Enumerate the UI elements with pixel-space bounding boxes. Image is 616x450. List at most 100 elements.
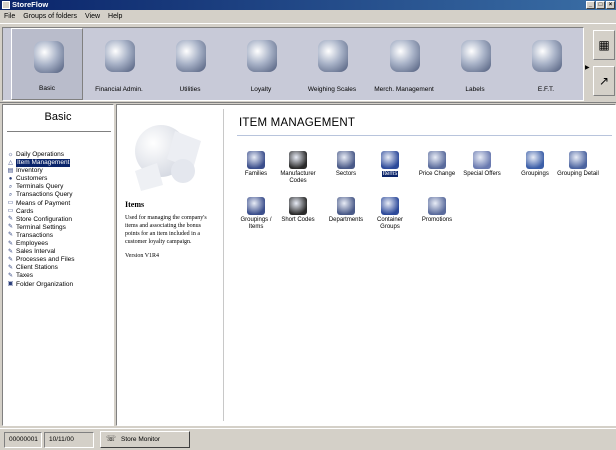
folder-item-store-configuration[interactable]: ✎ Store Configuration <box>7 216 113 224</box>
folder-item-icon: ⌕ <box>8 192 13 199</box>
function-label: Short Codes <box>281 217 315 223</box>
function-sectors[interactable]: Sectors <box>325 151 367 178</box>
folder-item-inventory[interactable]: ▤ Inventory <box>7 167 113 175</box>
folder-item-customers[interactable]: ● Customers <box>7 175 113 183</box>
toolbar-item-loyalty[interactable]: Loyalty <box>225 28 297 100</box>
labels-icon <box>461 40 491 72</box>
folder-item-label: Sales Interval <box>16 248 56 256</box>
function-grouping-detail[interactable]: Grouping Detail <box>557 151 599 178</box>
folder-item-icon: ✎ <box>7 264 14 271</box>
menu-bar: File Groups of folders View Help <box>0 10 616 23</box>
folder-item-icon: ✎ <box>7 232 14 239</box>
divider <box>223 109 225 421</box>
folder-item-transactions-query[interactable]: ⌕ Transactions Query <box>7 191 113 199</box>
toolbar-item-label: Labels <box>465 86 485 93</box>
container-groups-icon <box>381 197 399 215</box>
function-label: Price Change <box>418 171 456 177</box>
function-items[interactable]: Items <box>369 151 411 178</box>
items-icon <box>381 151 399 169</box>
minimize-button[interactable]: _ <box>586 1 595 9</box>
function-label: Grouping Detail <box>557 171 599 177</box>
folder-item-terminals-query[interactable]: ⌕ Terminals Query <box>7 183 113 191</box>
folder-item-terminal-settings[interactable]: ✎ Terminal Settings <box>7 224 113 232</box>
menu-view[interactable]: View <box>85 13 100 20</box>
panel-title: Basic <box>44 111 72 123</box>
function-short-codes[interactable]: Short Codes <box>277 197 319 224</box>
function-families[interactable]: Families <box>235 151 277 178</box>
function-manufacturer-codes[interactable]: Manufacturer Codes <box>277 151 319 185</box>
toolbar-item-utilities[interactable]: Utilities <box>154 28 226 100</box>
special-offers-icon <box>473 151 491 169</box>
app-icon <box>2 1 10 9</box>
scales-icon <box>318 40 348 72</box>
function-departments[interactable]: Departments <box>325 197 367 224</box>
folder-item-label: Customers <box>16 175 48 183</box>
products-icon <box>390 40 420 72</box>
function-container-groups[interactable]: Container Groups <box>369 197 411 231</box>
info-description: Used for managing the company's items an… <box>125 215 207 245</box>
folder-item-daily-operations[interactable]: ☼ Daily Operations <box>7 151 113 159</box>
toolbar-item-labels[interactable]: Labels <box>439 28 511 100</box>
folder-item-label: Terminal Settings <box>16 223 66 231</box>
folder-item-transactions[interactable]: ✎ Transactions <box>7 232 113 240</box>
folder-item-taxes[interactable]: ✎ Taxes <box>7 272 113 280</box>
folder-item-icon: ✎ <box>7 272 14 279</box>
toolbar-item-merch-management[interactable]: Merch. Management <box>368 28 440 100</box>
folder-item-label: Means of Payment <box>16 199 71 207</box>
function-label: Manufacturer Codes <box>280 171 316 184</box>
folder-item-item-management[interactable]: △ Item Management <box>7 159 113 168</box>
folder-item-client-stations[interactable]: ✎ Client Stations <box>7 264 113 272</box>
groupings-items-icon <box>247 197 265 215</box>
function-label: Sectors <box>335 171 357 177</box>
folder-item-sales-interval[interactable]: ✎ Sales Interval <box>7 248 113 256</box>
sectors-icon <box>337 151 355 169</box>
menu-help[interactable]: Help <box>108 13 122 20</box>
divider <box>7 131 111 133</box>
function-label: Container Groups <box>376 217 403 230</box>
function-groupings[interactable]: Groupings <box>514 151 556 178</box>
menu-file[interactable]: File <box>4 13 15 20</box>
folder-item-icon: ⌕ <box>8 183 13 190</box>
folder-item-cards[interactable]: ▭ Cards <box>7 208 113 216</box>
module-toolbar: Basic Financial Admin. Utilities Loyalty Wei… <box>0 23 616 103</box>
folder-item-label: Cards <box>16 207 34 215</box>
folder-item-icon: ▭ <box>7 208 14 215</box>
store-monitor-tab[interactable]: ☏ Store Monitor <box>100 431 190 448</box>
menu-groups-of-folders[interactable]: Groups of folders <box>23 13 77 20</box>
toolbar-scroll-arrow[interactable]: ▶ <box>585 64 590 71</box>
function-price-change[interactable]: Price Change <box>416 151 458 178</box>
grouping-detail-icon <box>569 151 587 169</box>
close-button[interactable]: × <box>606 1 615 9</box>
folder-item-label: Transactions <box>16 231 53 239</box>
barcode-icon <box>289 151 307 169</box>
function-label: Items <box>381 171 399 177</box>
status-date: 10/11/00 <box>44 432 94 448</box>
toolbar-item-label: Weighing Scales <box>307 86 357 93</box>
function-promotions[interactable]: Promotions <box>416 197 458 224</box>
folder-list: ☼ Daily Operations △ Item Management ▤ Invent… <box>7 151 113 289</box>
function-groupings-items[interactable]: Groupings / Items <box>235 197 277 231</box>
toolbar-item-weighing-scales[interactable]: Weighing Scales <box>296 28 368 100</box>
tools-icon <box>176 40 206 72</box>
maximize-button[interactable]: □ <box>596 1 605 9</box>
folder-item-label: Item Management <box>16 159 71 168</box>
grid-view-icon[interactable]: ▦ <box>593 30 615 60</box>
function-special-offers[interactable]: Special Offers <box>461 151 503 178</box>
folder-item-label: Terminals Query <box>16 183 64 191</box>
toolbar-item-basic[interactable]: Basic <box>11 28 83 100</box>
module-strip: Basic Financial Admin. Utilities Loyalty Wei… <box>2 27 584 101</box>
folder-item-processes-and-files[interactable]: ✎ Processes and Files <box>7 256 113 264</box>
exit-icon[interactable]: ↗ <box>593 66 615 96</box>
person-icon <box>247 40 277 72</box>
toolbar-item-financial-admin[interactable]: Financial Admin. <box>83 28 155 100</box>
toolbar-item-e-f-t[interactable]: E.F.T. <box>510 28 582 100</box>
short-codes-icon <box>289 197 307 215</box>
folder-item-folder-organization[interactable]: ▣ Folder Organization <box>7 281 113 289</box>
window-title: StoreFlow <box>12 0 49 9</box>
page-title: ITEM MANAGEMENT <box>239 117 356 129</box>
folder-item-icon: ✎ <box>7 224 14 231</box>
folder-item-label: Employees <box>16 240 49 248</box>
folder-item-means-of-payment[interactable]: ▭ Means of Payment <box>7 200 113 208</box>
folder-item-employees[interactable]: ✎ Employees <box>7 240 113 248</box>
folder-item-icon: ✎ <box>7 240 14 247</box>
